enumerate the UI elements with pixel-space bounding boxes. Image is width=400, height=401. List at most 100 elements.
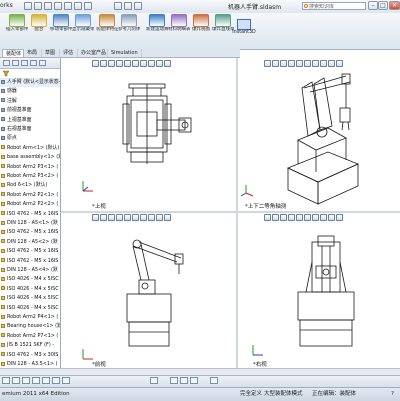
tab-2[interactable]: 草图 [42,49,60,57]
apply-scene-icon[interactable] [156,214,163,221]
feature-tree-item[interactable]: Robot Arm2 P4<1> ( [0,313,60,322]
edit-appearance-icon[interactable] [320,214,327,221]
tab-0[interactable]: 装配体 [2,49,24,57]
minimize-button[interactable]: – [368,1,378,10]
feature-tree-item[interactable]: Bearing house<1> (默 [0,322,60,331]
tab-4[interactable]: 办公室产品 [78,49,108,57]
feature-tree-item[interactable]: Rod 6<1> (默认) [0,181,60,190]
display-manager-tab-icon[interactable] [39,60,46,66]
zoom-out-icon[interactable] [190,377,198,384]
view-settings-icon[interactable] [336,214,343,221]
insert-components-button[interactable]: 插入零部件 [6,14,28,32]
model-tab-icon[interactable] [2,377,10,384]
section-view-icon[interactable] [116,214,123,221]
view-orientation-icon[interactable] [124,214,131,221]
feature-tree-item[interactable]: JIS B 1521 SKF (F) - [0,341,60,350]
zoom-area-icon[interactable] [100,214,107,221]
feature-tree-item[interactable]: ISO 4762 - M5 x 16IS [0,257,60,266]
zoom-to-fit-icon[interactable] [264,60,271,67]
hide-show-icon[interactable] [312,60,319,67]
viewport-front[interactable] [61,222,236,368]
feature-tree-item[interactable]: Robot Arm2 P3<2> ( [0,172,60,181]
previous-view-icon[interactable] [280,60,287,67]
hide-show-icon[interactable] [312,214,319,221]
feature-tree-item[interactable]: DIN 128 - A5<2> (默 [0,238,60,247]
section-view-icon[interactable] [288,60,295,67]
display-style-icon[interactable] [132,214,139,221]
print-icon[interactable] [54,2,62,10]
record-icon[interactable] [42,377,50,384]
previous-view-icon[interactable] [108,60,115,67]
hide-show-icon[interactable] [140,60,147,67]
reference-geometry-button[interactable]: 参考几何体 [118,14,140,32]
feature-tree-item[interactable]: ISO 4026 - M4 x 5ISC [0,285,60,294]
play-icon[interactable] [22,377,30,384]
new-file-icon[interactable] [24,2,32,10]
configuration-manager-tab-icon[interactable] [21,60,28,66]
zoom-area-icon[interactable] [100,60,107,67]
view-settings-icon[interactable] [164,60,171,67]
motion-study-tab-icon[interactable] [12,377,20,384]
feature-tree-item[interactable]: 注解 [0,97,60,106]
viewport-isometric[interactable] [238,68,400,211]
show-hidden-button[interactable]: 显示隐藏零部件 [72,14,94,32]
feature-tree-item[interactable]: ISO 4762 - M5 x 16IS [0,228,60,237]
undo-icon[interactable] [64,2,72,10]
display-style-icon[interactable] [304,60,311,67]
options-icon[interactable] [124,2,132,10]
feature-tree-item[interactable]: ISO 4026 - M4 x 5ISC [0,294,60,303]
collapse-icon[interactable] [210,377,218,384]
maximize-button[interactable]: □ [378,1,388,10]
mate-button[interactable]: 配合 [28,14,50,32]
animation-icon[interactable] [62,377,70,384]
dimxpert-tab-icon[interactable] [30,60,37,66]
tab-3[interactable]: 评估 [60,49,78,57]
viewport-splitter-horizontal[interactable] [61,211,400,213]
feature-tree-item[interactable]: ISO 4762 - M5 x 16IS [0,210,60,219]
feature-tree-filter[interactable] [0,69,60,77]
section-view-icon[interactable] [116,60,123,67]
edit-appearance-icon[interactable] [320,60,327,67]
tab-1[interactable]: 布局 [24,49,42,57]
feature-tree-item[interactable]: Robot Arm2 P3<1> ( [0,163,60,172]
feature-tree-item[interactable]: ISO 4026 - M4 x 5ISC [0,304,60,313]
display-style-icon[interactable] [132,60,139,67]
feature-tree-item[interactable]: Robot Arm<1> (默认) [0,144,60,153]
feature-tree-item[interactable]: ISO 4762 - M3 x 30IS [0,351,60,360]
edit-appearance-icon[interactable] [148,214,155,221]
move-component-button[interactable]: 移动零部件 [50,14,72,32]
feature-tree-item[interactable]: Robot Arm2 P7<1> ( [0,332,60,341]
zoom-to-fit-icon[interactable] [92,60,99,67]
view-settings-icon[interactable] [164,214,171,221]
property-manager-tab-icon[interactable] [12,60,19,66]
zoom-area-icon[interactable] [272,60,279,67]
feature-tree-item[interactable]: base assembly<1> (默 [0,153,60,162]
feature-tree-item[interactable]: ISO 4762 - M5 x 16IS [0,247,60,256]
assembly-features-button[interactable]: 装配体特征 [96,14,118,32]
feature-tree-item[interactable]: 人手臂 (默认<显示状态- [0,78,60,87]
zoom-in-icon[interactable] [180,377,188,384]
feature-tree-item[interactable]: 原点 [0,134,60,143]
view-orientation-icon[interactable] [124,60,131,67]
timeline-icon[interactable] [170,377,178,384]
feature-tree-item[interactable]: Robot Arm2 P2<1> ( [0,191,60,200]
feature-tree-tab-icon[interactable] [3,60,10,66]
feature-tree-item[interactable]: 感器 [0,87,60,96]
rebuild-icon[interactable] [114,2,122,10]
save-icon[interactable] [44,2,52,10]
feature-tree-item[interactable]: DIN 128 - A5<4> (默 [0,266,60,275]
feature-tree-item[interactable]: 右视基准面 [0,125,60,134]
exploded-view-button[interactable]: 爆炸视图 [190,14,212,32]
view-orientation-icon[interactable] [296,214,303,221]
redo-icon[interactable] [74,2,82,10]
zoom-area-icon[interactable] [272,214,279,221]
display-style-icon[interactable] [304,214,311,221]
select-icon[interactable] [84,2,92,10]
view-icon[interactable] [134,2,142,10]
feature-tree-item[interactable]: ISO 4026 - M4 x 5ISC [0,275,60,284]
open-file-icon[interactable] [34,2,42,10]
section-view-icon[interactable] [288,214,295,221]
instant3d-button[interactable]: Instant3D [229,19,259,35]
apply-scene-icon[interactable] [328,214,335,221]
hide-show-icon[interactable] [140,214,147,221]
